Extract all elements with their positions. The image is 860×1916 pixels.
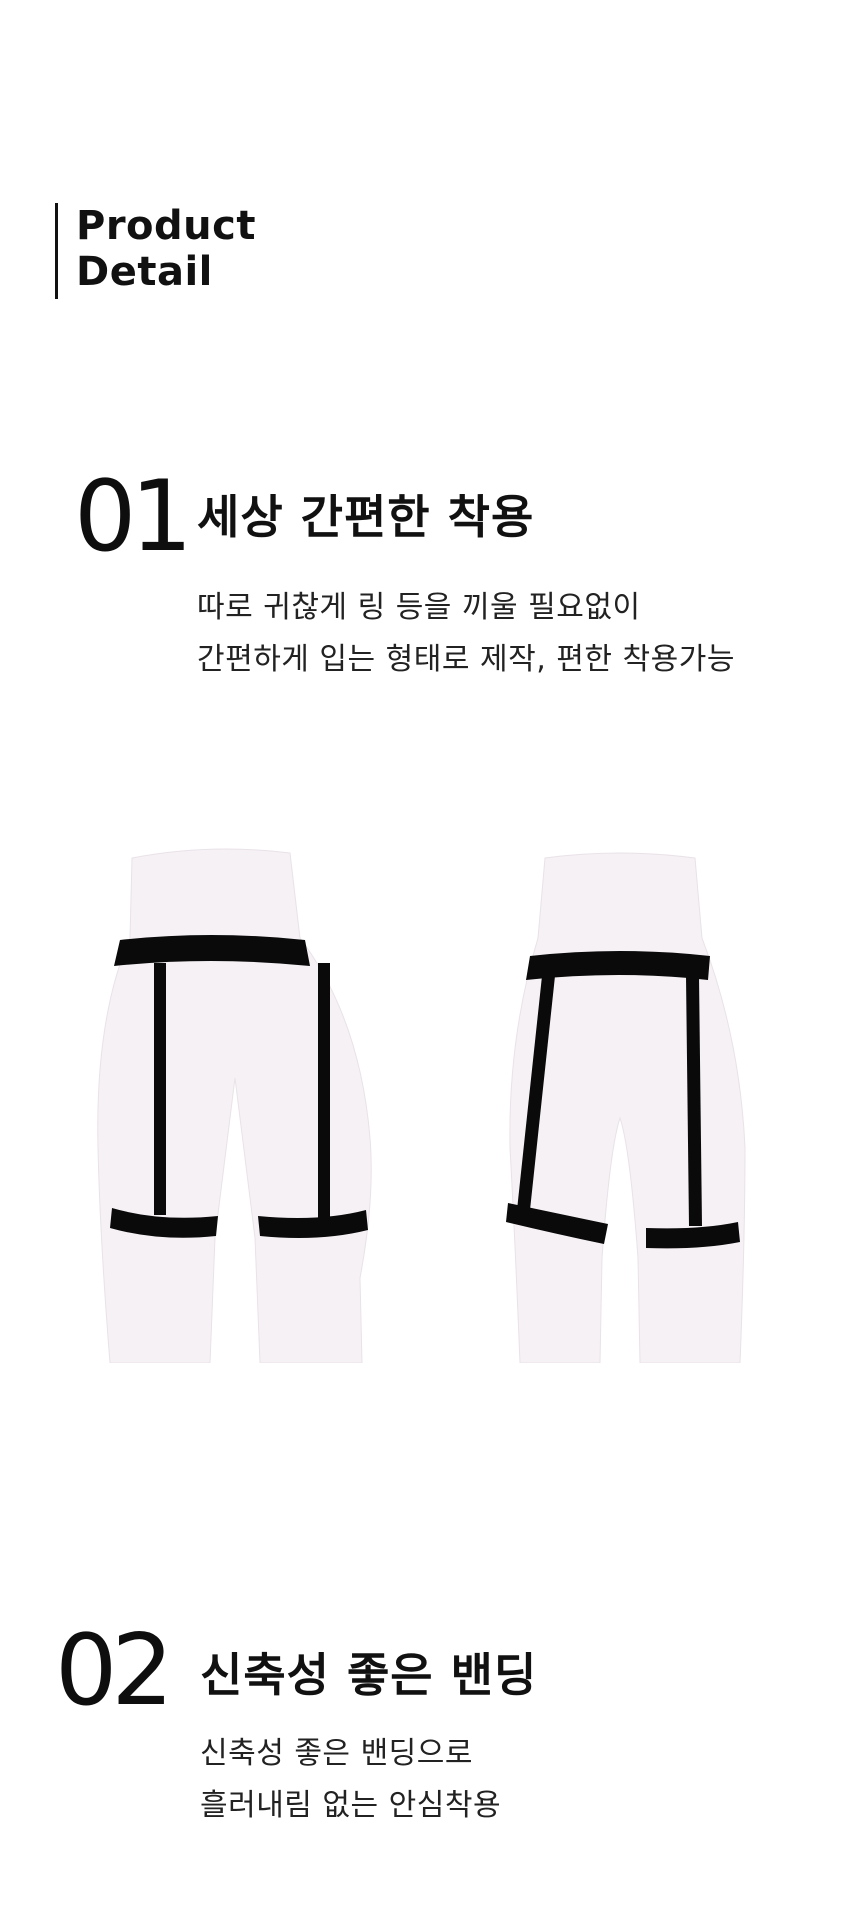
header-line-product: Product bbox=[76, 203, 256, 249]
section-desc-02-line-1: 신축성 좋은 밴딩으로 bbox=[200, 1736, 473, 1771]
section-number-02: 02 bbox=[55, 1614, 174, 1728]
section-desc-01-line-2: 간편하게 입는 형태로 제작, 편한 착용가능 bbox=[197, 642, 735, 677]
header-line-detail: Detail bbox=[76, 249, 213, 295]
section-desc-02-line-2: 흘러내림 없는 안심착용 bbox=[200, 1788, 502, 1823]
section-desc-01: 따로 귀찮게 링 등을 끼울 필요없이 간편하게 입는 형태로 제작, 편한 착… bbox=[197, 582, 735, 686]
section-desc-02: 신축성 좋은 밴딩으로 흘러내림 없는 안심착용 bbox=[200, 1728, 501, 1832]
product-detail-header: Product Detail bbox=[55, 203, 256, 299]
section-title-01: 세상 간편한 착용 bbox=[197, 490, 535, 544]
mannequin-front bbox=[97, 848, 372, 1363]
mannequin-back bbox=[506, 852, 746, 1363]
product-photo-garter-belt bbox=[97, 848, 746, 1363]
section-number-01: 01 bbox=[74, 460, 193, 574]
section-desc-01-line-1: 따로 귀찮게 링 등을 끼울 필요없이 bbox=[197, 590, 641, 625]
section-title-02: 신축성 좋은 밴딩 bbox=[200, 1648, 538, 1702]
